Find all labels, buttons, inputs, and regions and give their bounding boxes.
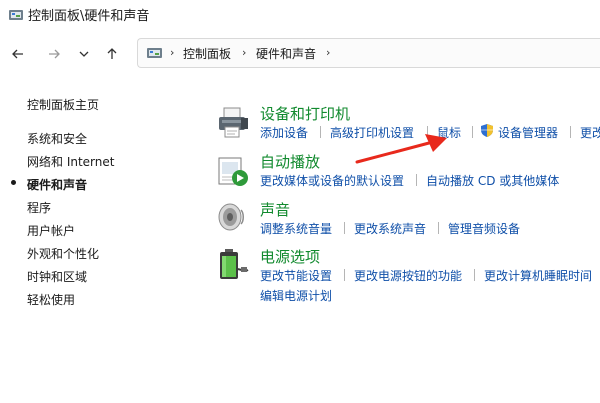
breadcrumb-control-panel[interactable]: 控制面板 <box>183 45 231 62</box>
category-title[interactable]: 电源选项 <box>260 246 320 267</box>
link-separator <box>344 222 345 234</box>
category-title[interactable]: 设备和打印机 <box>260 103 350 124</box>
address-bar[interactable]: › 控制面板 › 硬件和声音 › <box>137 38 600 68</box>
window-title: 控制面板\硬件和声音 <box>28 9 150 24</box>
red-arrow-icon <box>355 134 447 164</box>
link-change-power-saving[interactable]: 更改节能设置 <box>260 267 332 284</box>
sidebar-item-clock-region[interactable]: 时钟和区域 <box>27 268 87 285</box>
breadcrumb-separator: › <box>326 46 331 59</box>
current-item-indicator <box>11 180 16 185</box>
autoplay-icon[interactable] <box>216 154 250 188</box>
sidebar-item-user-accounts[interactable]: 用户帐户 <box>27 222 75 239</box>
control-panel-icon <box>147 48 162 58</box>
link-separator <box>438 222 439 234</box>
sidebar-item-hardware-sound[interactable]: 硬件和声音 <box>27 176 87 193</box>
back-button[interactable] <box>8 44 28 64</box>
arrow-left-icon <box>12 49 23 59</box>
link-separator <box>472 126 473 138</box>
arrow-right-icon <box>49 49 60 59</box>
up-button[interactable] <box>102 44 122 64</box>
battery-icon[interactable] <box>216 247 250 281</box>
forward-button[interactable] <box>44 44 64 64</box>
link-device-manager[interactable]: 设备管理器 <box>498 124 558 141</box>
printer-icon[interactable] <box>216 106 250 140</box>
breadcrumb-separator: › <box>170 46 175 59</box>
link-separator <box>474 269 475 281</box>
link-manage-audio-devices[interactable]: 管理音频设备 <box>448 220 520 237</box>
sidebar-item-home[interactable]: 控制面板主页 <box>27 96 99 113</box>
recent-locations-button[interactable] <box>74 44 94 64</box>
sidebar-item-programs[interactable]: 程序 <box>27 199 51 216</box>
link-change-sleep-time[interactable]: 更改计算机睡眠时间 <box>484 267 592 284</box>
link-add-device[interactable]: 添加设备 <box>260 124 308 141</box>
category-title[interactable]: 自动播放 <box>260 151 320 172</box>
shield-icon <box>481 124 493 137</box>
link-change-system-sounds[interactable]: 更改系统声音 <box>354 220 426 237</box>
link-separator <box>570 126 571 138</box>
arrow-up-icon <box>107 48 117 59</box>
link-change[interactable]: 更改 <box>580 124 600 141</box>
link-autoplay-cd[interactable]: 自动播放 CD 或其他媒体 <box>426 172 559 189</box>
link-separator <box>344 269 345 281</box>
category-title[interactable]: 声音 <box>260 199 290 220</box>
sidebar-item-network[interactable]: 网络和 Internet <box>27 153 114 170</box>
sidebar-item-system-security[interactable]: 系统和安全 <box>27 130 87 147</box>
control-panel-icon <box>9 10 23 20</box>
breadcrumb-hardware-sound[interactable]: 硬件和声音 <box>256 45 316 62</box>
link-edit-power-plan[interactable]: 编辑电源计划 <box>260 287 332 304</box>
speaker-icon[interactable] <box>216 200 250 234</box>
link-change-media-defaults[interactable]: 更改媒体或设备的默认设置 <box>260 172 404 189</box>
link-separator <box>320 126 321 138</box>
sidebar-item-appearance[interactable]: 外观和个性化 <box>27 245 99 262</box>
breadcrumb-separator: › <box>242 46 247 59</box>
link-separator <box>416 174 417 186</box>
title-bar: 控制面板\硬件和声音 <box>0 0 600 30</box>
chevron-down-icon <box>79 51 89 57</box>
link-power-button-function[interactable]: 更改电源按钮的功能 <box>354 267 462 284</box>
link-adjust-volume[interactable]: 调整系统音量 <box>260 220 332 237</box>
sidebar-item-ease-of-access[interactable]: 轻松使用 <box>27 291 75 308</box>
